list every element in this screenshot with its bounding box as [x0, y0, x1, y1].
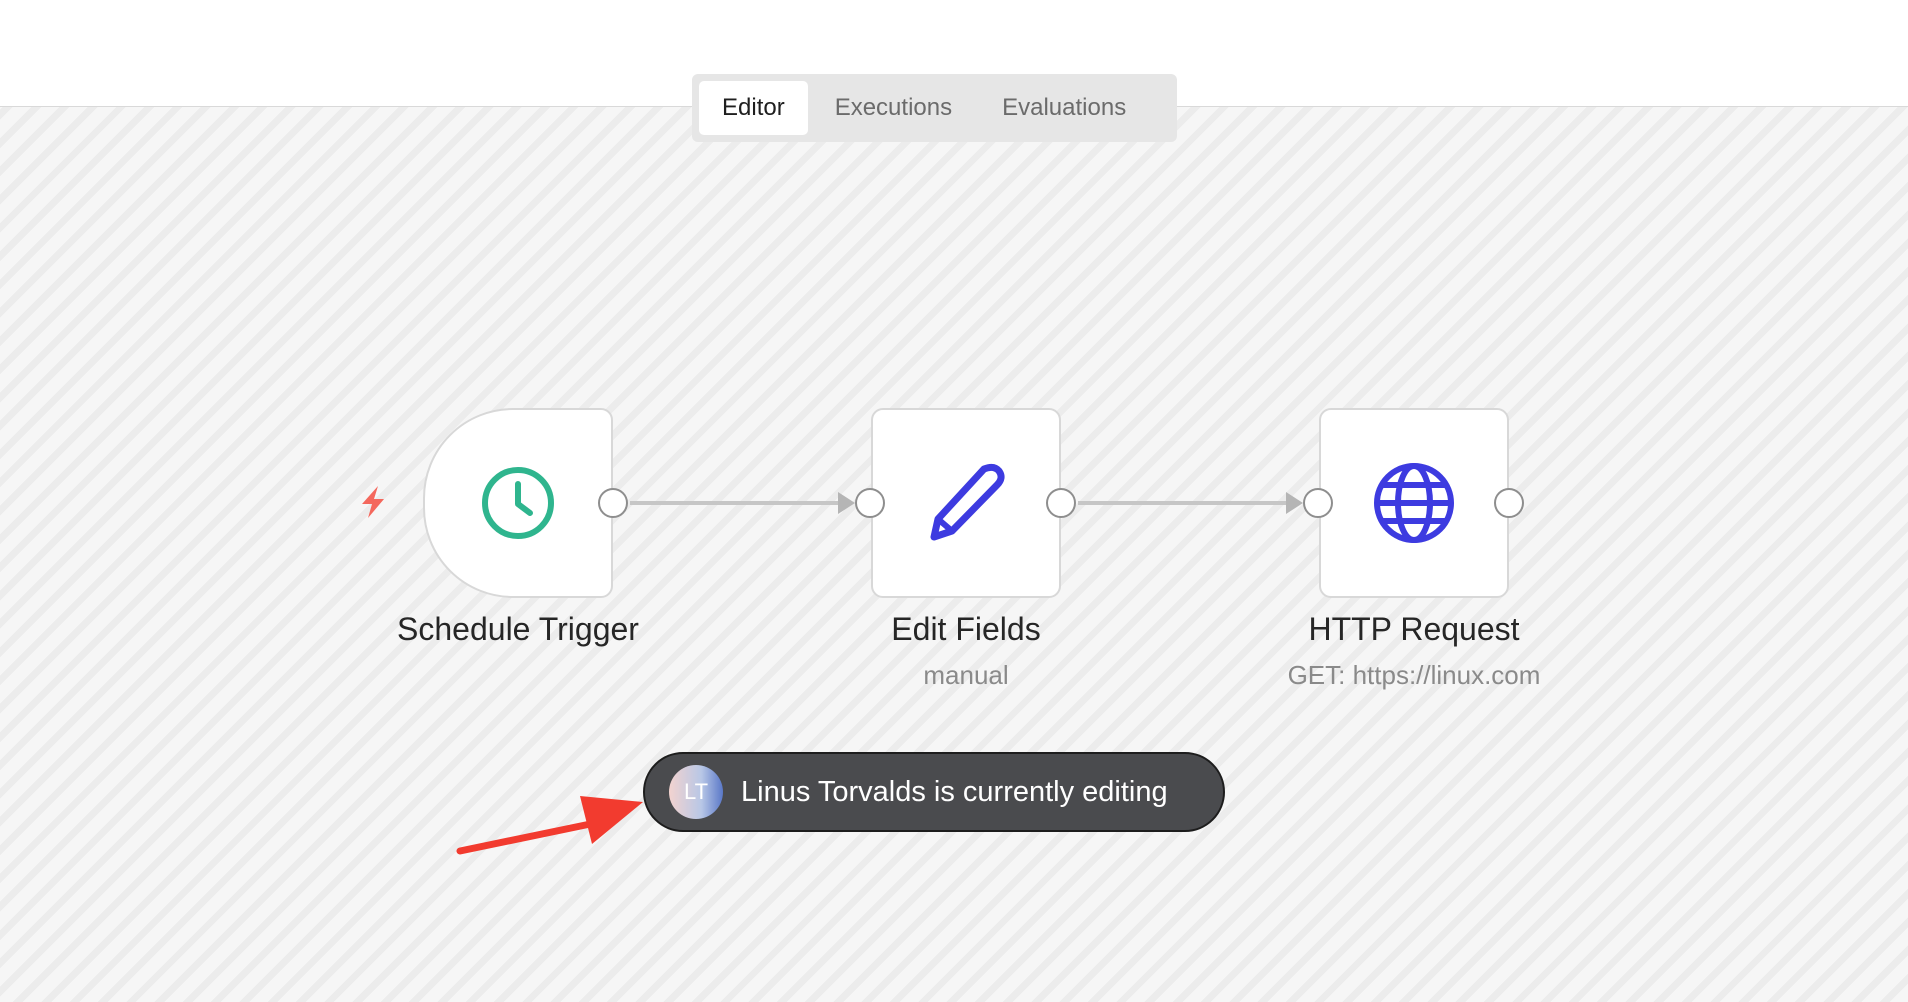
tab-executions[interactable]: Executions [812, 81, 975, 135]
http-output-handle[interactable] [1494, 488, 1524, 518]
edit-input-handle[interactable] [855, 488, 885, 518]
tab-evaluations[interactable]: Evaluations [979, 81, 1149, 135]
schedule-output-handle[interactable] [598, 488, 628, 518]
node-title-edit: Edit Fields [891, 611, 1041, 647]
node-title-http: HTTP Request [1308, 611, 1520, 647]
node-subtitle-http: GET: https://linux.com [1287, 660, 1541, 690]
pencil-icon [930, 463, 1005, 541]
clock-icon [482, 467, 554, 539]
tab-editor[interactable]: Editor [699, 81, 808, 135]
view-tabs: Editor Executions Evaluations [692, 74, 1177, 142]
collaboration-banner: LT Linus Torvalds is currently editing [643, 752, 1225, 832]
node-schedule-trigger[interactable] [423, 408, 613, 598]
node-http-request[interactable] [1319, 408, 1509, 598]
trigger-bolt-icon [362, 486, 384, 518]
http-input-handle[interactable] [1303, 488, 1333, 518]
node-subtitle-edit: manual [923, 660, 1009, 690]
avatar: LT [669, 765, 723, 819]
node-title-schedule: Schedule Trigger [397, 611, 639, 647]
node-edit-fields[interactable] [871, 408, 1061, 598]
globe-icon [1374, 463, 1454, 543]
collaboration-message: Linus Torvalds is currently editing [741, 775, 1168, 808]
edit-output-handle[interactable] [1046, 488, 1076, 518]
